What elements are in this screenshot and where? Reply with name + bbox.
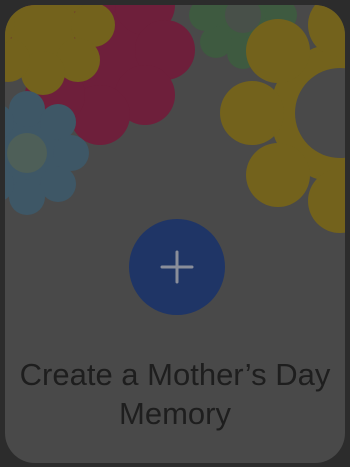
plus-icon <box>160 250 194 284</box>
memory-card[interactable]: Create a Mother’s Day Memory <box>5 5 345 463</box>
add-memory-button[interactable] <box>129 219 225 315</box>
card-title: Create a Mother’s Day Memory <box>19 357 331 431</box>
